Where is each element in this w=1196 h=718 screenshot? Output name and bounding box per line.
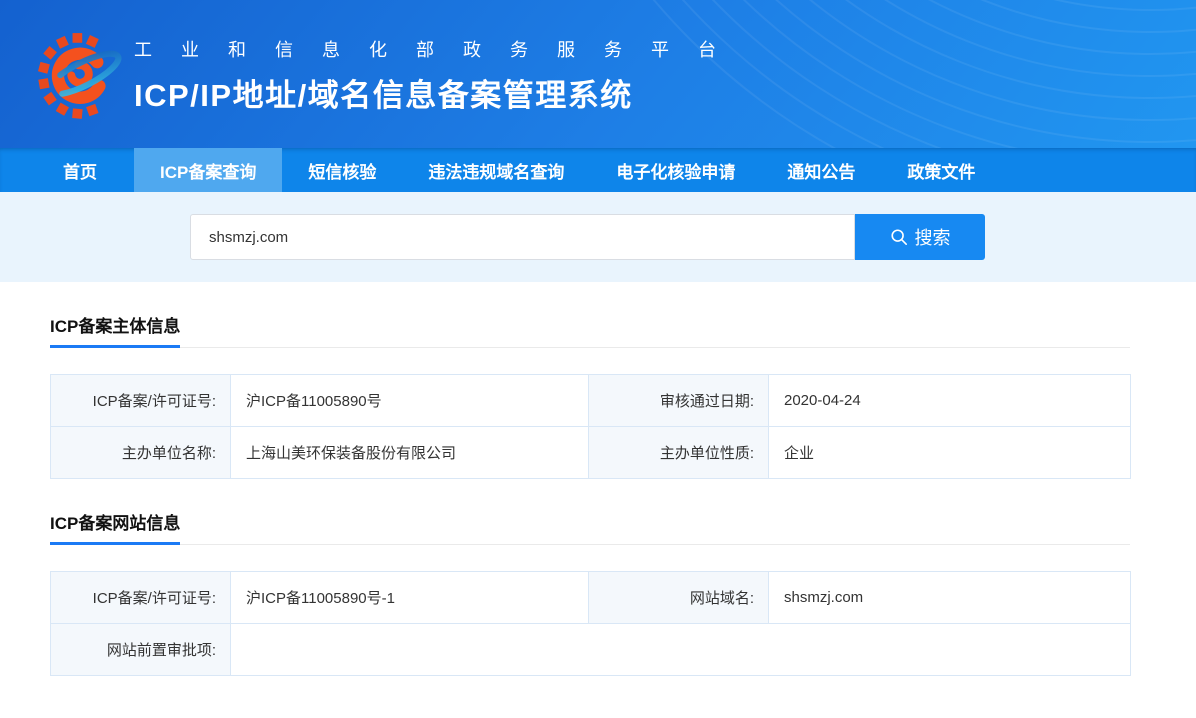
nav-item-illegal-domain-query[interactable]: 违法违规域名查询 bbox=[402, 148, 590, 192]
website-info-section-header: ICP备案网站信息 bbox=[50, 515, 1130, 545]
field-label: 网站前置审批项: bbox=[51, 624, 231, 676]
website-info-title: ICP备案网站信息 bbox=[50, 515, 180, 545]
field-value: 2020-04-24 bbox=[769, 375, 1131, 427]
field-label: 主办单位性质: bbox=[589, 427, 769, 479]
system-title: ICP/IP地址/域名信息备案管理系统 bbox=[134, 70, 745, 115]
table-row: ICP备案/许可证号: 沪ICP备11005890号 审核通过日期: 2020-… bbox=[51, 375, 1131, 427]
subject-info-table: ICP备案/许可证号: 沪ICP备11005890号 审核通过日期: 2020-… bbox=[50, 374, 1131, 479]
result-content: ICP备案主体信息 ICP备案/许可证号: 沪ICP备11005890号 审核通… bbox=[0, 318, 1196, 676]
nav-item-electronic-verification[interactable]: 电子化核验申请 bbox=[590, 148, 761, 192]
table-row: 主办单位名称: 上海山美环保装备股份有限公司 主办单位性质: 企业 bbox=[51, 427, 1131, 479]
platform-title: 工业和信息化部政务服务平台 bbox=[134, 36, 745, 62]
field-value: 上海山美环保装备股份有限公司 bbox=[231, 427, 589, 479]
field-label: ICP备案/许可证号: bbox=[51, 572, 231, 624]
table-row: 网站前置审批项: bbox=[51, 624, 1131, 676]
nav-item-home[interactable]: 首页 bbox=[40, 148, 120, 192]
field-label: 网站域名: bbox=[589, 572, 769, 624]
field-value bbox=[231, 624, 1131, 676]
subject-info-title: ICP备案主体信息 bbox=[50, 318, 180, 348]
website-info-table: ICP备案/许可证号: 沪ICP备11005890号-1 网站域名: shsmz… bbox=[50, 571, 1131, 676]
nav-item-icp-query[interactable]: ICP备案查询 bbox=[134, 148, 282, 192]
field-label: ICP备案/许可证号: bbox=[51, 375, 231, 427]
table-row: ICP备案/许可证号: 沪ICP备11005890号-1 网站域名: shsmz… bbox=[51, 572, 1131, 624]
field-value: 企业 bbox=[769, 427, 1131, 479]
magnifier-icon bbox=[890, 228, 908, 246]
field-value: shsmzj.com bbox=[769, 572, 1131, 624]
search-button-label: 搜索 bbox=[915, 224, 951, 250]
nav-item-policy-documents[interactable]: 政策文件 bbox=[881, 148, 1001, 192]
field-value: 沪ICP备11005890号 bbox=[231, 375, 589, 427]
field-label: 主办单位名称: bbox=[51, 427, 231, 479]
nav-item-notices[interactable]: 通知公告 bbox=[761, 148, 881, 192]
main-nav: 首页 ICP备案查询 短信核验 违法违规域名查询 电子化核验申请 通知公告 政策… bbox=[0, 148, 1196, 192]
search-button[interactable]: 搜索 bbox=[855, 214, 985, 260]
subject-info-section-header: ICP备案主体信息 bbox=[50, 318, 1130, 348]
nav-item-sms-verify[interactable]: 短信核验 bbox=[282, 148, 402, 192]
field-value: 沪ICP备11005890号-1 bbox=[231, 572, 589, 624]
search-section: 搜索 bbox=[0, 192, 1196, 282]
site-logo-icon bbox=[36, 28, 124, 120]
search-input[interactable] bbox=[190, 214, 855, 260]
field-label: 审核通过日期: bbox=[589, 375, 769, 427]
site-header: 工业和信息化部政务服务平台 ICP/IP地址/域名信息备案管理系统 bbox=[0, 0, 1196, 148]
